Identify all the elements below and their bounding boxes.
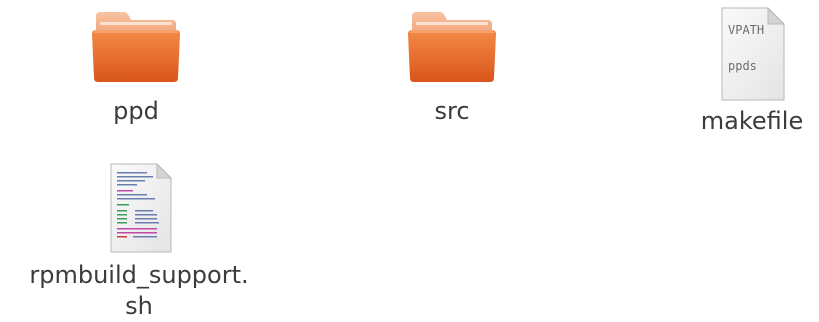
- file-name: rpmbuild_support. sh: [29, 261, 249, 320]
- file-name: makefile: [700, 107, 804, 135]
- preview-line: VPATH: [728, 23, 764, 37]
- text-document-icon: VPATH ppds: [721, 6, 786, 101]
- folder-icon: [92, 12, 180, 82]
- file-item-src[interactable]: src: [382, 4, 522, 127]
- file-name: src: [434, 97, 470, 125]
- file-name: ppd: [113, 97, 159, 125]
- folder-icon: [408, 12, 496, 82]
- shell-script-icon: [110, 162, 173, 253]
- file-item-rpmbuild-support[interactable]: rpmbuild_support. sh: [4, 160, 274, 322]
- preview-line: ppds: [728, 59, 757, 73]
- file-item-ppd[interactable]: ppd: [66, 4, 206, 127]
- file-item-makefile[interactable]: VPATH ppds makefile: [690, 4, 814, 137]
